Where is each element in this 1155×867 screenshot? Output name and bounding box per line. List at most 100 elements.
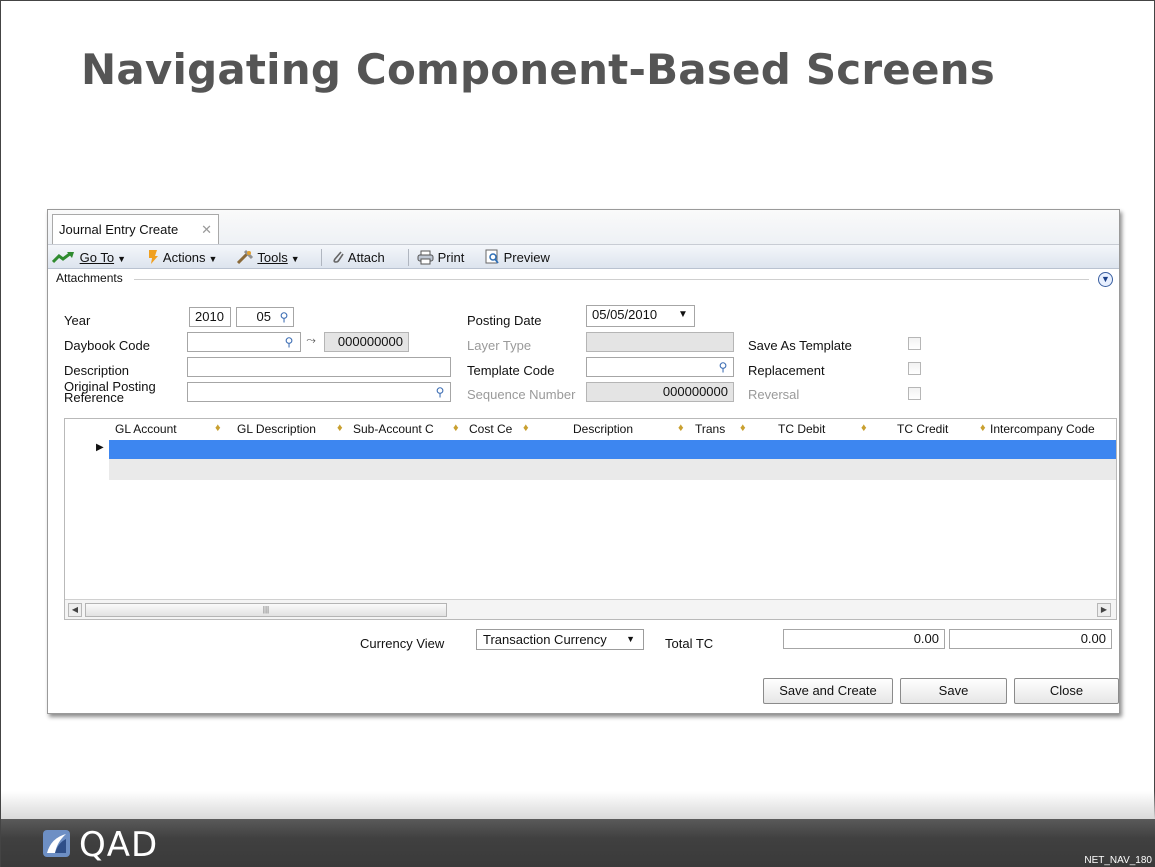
save-and-create-button[interactable]: Save and Create: [763, 678, 893, 704]
close-icon[interactable]: ✕: [201, 215, 212, 245]
posting-date-label: Posting Date: [467, 313, 542, 328]
template-code-label: Template Code: [467, 363, 555, 378]
actions-label: Actions: [162, 250, 206, 265]
save-as-template-label: Save As Template: [748, 338, 852, 353]
actions-menu[interactable]: Actions ▼: [146, 248, 217, 267]
table-row[interactable]: [109, 459, 1116, 480]
table-row-selected[interactable]: [109, 440, 1116, 459]
description-label: Description: [64, 363, 130, 378]
column-header-description[interactable]: Description: [573, 422, 633, 436]
slide-title: Navigating Component-Based Screens: [81, 45, 995, 94]
currency-view-select[interactable]: Transaction Currency ▼: [476, 629, 644, 650]
reversal-checkbox[interactable]: [908, 387, 921, 400]
goto-menu[interactable]: Go To ▼: [51, 248, 126, 267]
link-icon[interactable]: ⤳: [302, 331, 320, 349]
scroll-left-icon[interactable]: ◀: [68, 603, 82, 617]
printer-icon: [417, 250, 434, 265]
slide: Navigating Component-Based Screens Journ…: [0, 0, 1155, 867]
journal-lines-grid: GL Account ♦ GL Description ♦ Sub-Accoun…: [64, 418, 1117, 620]
lookup-icon[interactable]: ⚲: [275, 308, 293, 326]
preview-label: Preview: [503, 250, 550, 265]
original-posting-reference-field[interactable]: [187, 382, 451, 402]
tab-label: Journal Entry Create: [59, 222, 179, 237]
chevron-down-icon: ▼: [208, 254, 218, 264]
tools-label: Tools: [257, 250, 288, 265]
tools-icon: [236, 249, 254, 265]
chevron-down-icon: ▼: [626, 634, 635, 644]
daybook-code-label: Daybook Code: [64, 338, 150, 353]
reversal-label: Reversal: [748, 387, 800, 402]
attach-label: Attach: [347, 250, 385, 265]
layer-type-label: Layer Type: [467, 338, 532, 353]
column-resize-icon[interactable]: ♦: [215, 422, 221, 434]
column-header-tc-debit[interactable]: TC Debit: [778, 422, 825, 436]
column-header-trans[interactable]: Trans: [695, 422, 725, 436]
goto-arrow-icon: [51, 251, 74, 264]
total-tc-label: Total TC: [665, 636, 714, 651]
paperclip-icon: [333, 251, 344, 263]
description-field[interactable]: [187, 357, 451, 377]
journal-entry-window: Journal Entry Create ✕ Go To ▼ Actions ▼ T…: [47, 209, 1120, 714]
column-resize-icon[interactable]: ♦: [861, 422, 867, 434]
column-header-gl-description[interactable]: GL Description: [237, 422, 316, 436]
tools-menu[interactable]: Tools ▼: [236, 248, 300, 267]
column-resize-icon[interactable]: ♦: [740, 422, 746, 434]
actions-icon: [149, 250, 158, 264]
expand-chevron-icon[interactable]: ▼: [1098, 272, 1113, 287]
year-label: Year: [64, 313, 91, 328]
attachments-divider: [134, 279, 1089, 280]
close-button[interactable]: Close: [1014, 678, 1119, 704]
column-header-intercompany-code[interactable]: Intercompany Code: [990, 422, 1095, 436]
qad-logo-text: QAD: [79, 825, 159, 865]
column-header-gl-account[interactable]: GL Account: [115, 422, 177, 436]
print-label: Print: [437, 250, 465, 265]
replacement-label: Replacement: [748, 363, 825, 378]
grid-header: GL Account ♦ GL Description ♦ Sub-Accoun…: [65, 419, 1116, 439]
save-button[interactable]: Save: [900, 678, 1007, 704]
save-as-template-checkbox[interactable]: [908, 337, 921, 350]
column-resize-icon[interactable]: ♦: [523, 422, 529, 434]
lookup-icon[interactable]: ⚲: [280, 333, 298, 351]
sequence-number-field: 000000000: [586, 382, 734, 402]
attach-button[interactable]: Attach: [331, 248, 385, 267]
scrollbar-thumb[interactable]: |||: [85, 603, 447, 617]
original-posting-reference-label: Original Posting Reference: [64, 380, 156, 405]
chevron-down-icon: ▼: [290, 254, 300, 264]
layer-type-field: [586, 332, 734, 352]
tab-journal-entry-create[interactable]: Journal Entry Create ✕: [52, 214, 219, 244]
total-tc-debit-field: 0.00: [783, 629, 945, 649]
print-button[interactable]: Print: [417, 248, 464, 267]
column-resize-icon[interactable]: ♦: [337, 422, 343, 434]
horizontal-scrollbar[interactable]: ◀ ||| ▶: [65, 599, 1116, 619]
total-tc-credit-field: 0.00: [949, 629, 1112, 649]
year-field[interactable]: 2010: [189, 307, 231, 327]
preview-button[interactable]: Preview: [485, 248, 550, 267]
attachments-label: Attachments: [56, 271, 123, 285]
column-resize-icon[interactable]: ♦: [678, 422, 684, 434]
qad-logo-icon: [43, 830, 70, 857]
currency-view-label: Currency View: [360, 636, 445, 651]
column-header-sub-account[interactable]: Sub-Account C: [353, 422, 434, 436]
original-posting-label-line-2: Reference: [64, 390, 124, 405]
toolbar: Go To ▼ Actions ▼ Tools ▼ Attach Print P…: [48, 244, 1119, 269]
chevron-down-icon[interactable]: ▼: [678, 309, 688, 320]
lookup-icon[interactable]: ⚲: [714, 358, 732, 376]
column-resize-icon[interactable]: ♦: [453, 422, 459, 434]
replacement-checkbox[interactable]: [908, 362, 921, 375]
column-header-tc-credit[interactable]: TC Credit: [897, 422, 948, 436]
column-header-cost-center[interactable]: Cost Ce: [469, 422, 512, 436]
lookup-icon[interactable]: ⚲: [431, 383, 449, 401]
toolbar-separator: [321, 249, 322, 266]
slide-footer: QAD NET_NAV_180: [1, 819, 1155, 867]
template-code-field[interactable]: [586, 357, 734, 377]
column-resize-icon[interactable]: ♦: [980, 422, 986, 434]
preview-icon: [485, 249, 499, 264]
currency-view-value: Transaction Currency: [483, 632, 607, 647]
sequence-number-label: Sequence Number: [467, 387, 576, 402]
tab-strip: Journal Entry Create ✕: [48, 210, 1119, 244]
footer-fade: [1, 791, 1155, 819]
scroll-right-icon[interactable]: ▶: [1097, 603, 1111, 617]
goto-label: Go To: [79, 250, 115, 265]
chevron-down-icon: ▼: [117, 254, 126, 264]
row-pointer-icon: ▶: [96, 442, 104, 453]
